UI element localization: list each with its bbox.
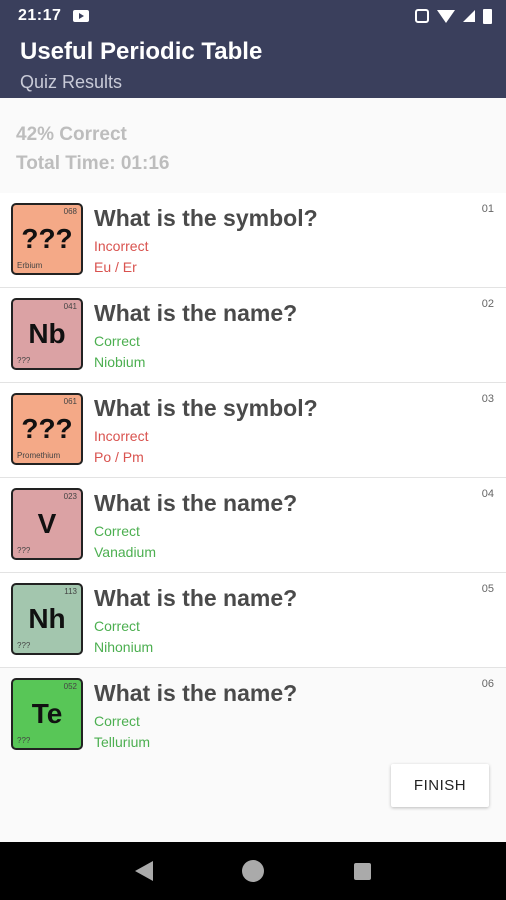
question-index: 05 <box>481 583 494 595</box>
percent-correct: 42% Correct <box>16 124 127 145</box>
question-index: 06 <box>481 678 494 690</box>
app-title: Useful Periodic Table <box>20 38 263 65</box>
element-symbol: Nh <box>28 603 66 634</box>
element-symbol: ??? <box>21 223 73 254</box>
page-subtitle: Quiz Results <box>20 72 123 92</box>
atomic-number: 068 <box>63 207 77 216</box>
recents-icon[interactable] <box>354 862 372 880</box>
result-row[interactable]: 041 Nb ??? What is the name? Correct Nio… <box>0 288 506 383</box>
back-icon[interactable] <box>134 861 153 881</box>
element-tile: 113 Nh ??? <box>11 583 83 655</box>
app-bar: 21:17 Useful Periodic Table Quiz Results <box>0 0 506 98</box>
answer-text: Niobium <box>94 354 146 370</box>
result-row[interactable]: 113 Nh ??? What is the name? Correct Nih… <box>0 573 506 668</box>
result-status: Correct <box>94 333 140 349</box>
element-name: Promethium <box>17 451 61 460</box>
answer-text: Tellurium <box>94 734 151 750</box>
finish-button[interactable]: FINISH <box>391 764 489 807</box>
atomic-number: 113 <box>64 587 77 596</box>
element-name: ??? <box>17 641 31 650</box>
status-bar: 21:17 <box>0 0 506 32</box>
result-row[interactable]: 061 ??? Promethium What is the symbol? I… <box>0 383 506 478</box>
element-tile: 023 V ??? <box>11 488 83 560</box>
result-status: Correct <box>94 523 140 539</box>
wifi-icon <box>437 9 455 23</box>
home-icon[interactable] <box>242 860 265 882</box>
question-text: What is the symbol? <box>94 205 318 231</box>
answer-text: Vanadium <box>94 544 157 560</box>
element-tile: 068 ??? Erbium <box>11 203 83 275</box>
question-index: 04 <box>481 488 494 500</box>
atomic-number: 061 <box>63 397 77 406</box>
question-text: What is the name? <box>94 300 298 326</box>
result-status: Correct <box>94 713 140 729</box>
result-status: Incorrect <box>94 238 149 254</box>
question-text: What is the name? <box>94 680 298 706</box>
element-tile: 052 Te ??? <box>11 678 83 750</box>
total-time: Total Time: 01:16 <box>16 153 170 174</box>
element-symbol: V <box>37 508 57 539</box>
system-nav-bar <box>0 842 506 900</box>
results-list: 068 ??? Erbium What is the symbol? Incor… <box>0 193 506 763</box>
answer-text: Eu / Er <box>94 259 137 275</box>
result-row[interactable]: 052 Te ??? What is the name? Correct Tel… <box>0 668 506 763</box>
element-tile: 041 Nb ??? <box>11 298 83 370</box>
element-name: Erbium <box>17 261 43 270</box>
element-tile: 061 ??? Promethium <box>11 393 83 465</box>
element-name: ??? <box>17 356 31 365</box>
result-status: Incorrect <box>94 428 149 444</box>
question-text: What is the symbol? <box>94 395 318 421</box>
signal-icon <box>463 10 475 22</box>
atomic-number: 023 <box>63 492 77 501</box>
question-index: 02 <box>481 298 494 310</box>
atomic-number: 052 <box>63 682 77 691</box>
element-symbol: ??? <box>21 413 73 444</box>
element-symbol: Nb <box>28 318 66 349</box>
question-text: What is the name? <box>94 490 298 516</box>
result-row[interactable]: 023 V ??? What is the name? Correct Vana… <box>0 478 506 573</box>
vibrate-icon <box>415 9 429 23</box>
element-symbol: Te <box>31 698 63 729</box>
element-name: ??? <box>17 736 31 745</box>
element-name: ??? <box>17 546 31 555</box>
status-time: 21:17 <box>18 7 62 24</box>
question-text: What is the name? <box>94 585 298 611</box>
result-status: Correct <box>94 618 140 634</box>
youtube-notification-icon <box>73 10 90 22</box>
result-row[interactable]: 068 ??? Erbium What is the symbol? Incor… <box>0 193 506 288</box>
atomic-number: 041 <box>63 302 77 311</box>
quiz-summary: 42% Correct Total Time: 01:16 <box>16 120 169 178</box>
question-index: 01 <box>481 203 494 215</box>
answer-text: Nihonium <box>94 639 154 655</box>
answer-text: Po / Pm <box>94 449 144 465</box>
battery-icon <box>483 8 492 24</box>
question-index: 03 <box>481 393 494 405</box>
